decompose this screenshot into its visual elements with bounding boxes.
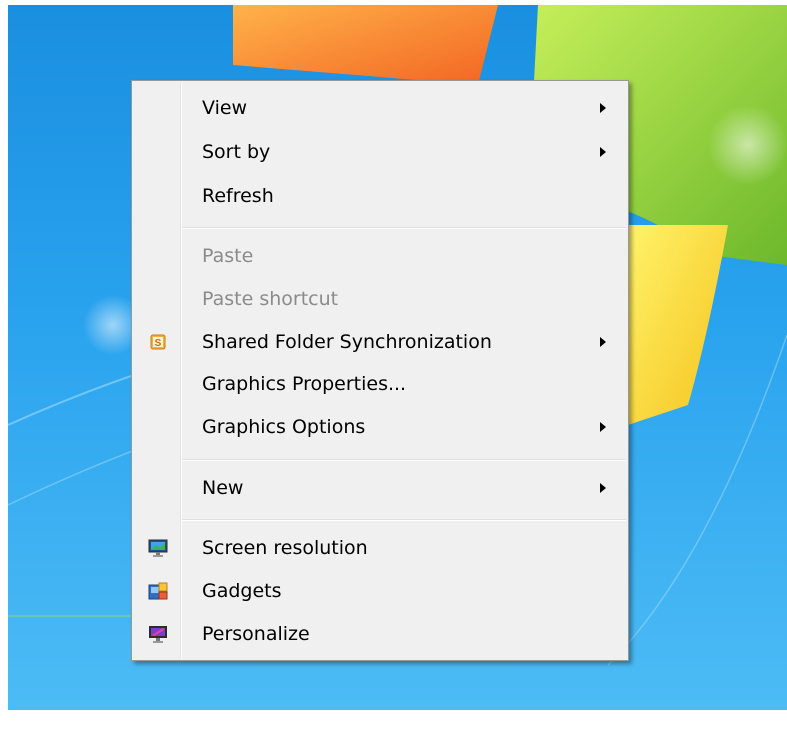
menu-item-label: Paste bbox=[202, 245, 254, 267]
submenu-arrow-icon bbox=[600, 103, 606, 113]
submenu-arrow-icon bbox=[600, 337, 606, 347]
menu-item-label: Graphics Options bbox=[202, 416, 366, 438]
menu-item-label: Shared Folder Synchronization bbox=[202, 331, 492, 353]
menu-item-label: Paste shortcut bbox=[202, 288, 339, 310]
menu-item-new[interactable]: New bbox=[134, 469, 626, 507]
menu-item-sort-by[interactable]: Sort by bbox=[134, 133, 626, 171]
screen-resolution-icon bbox=[148, 538, 168, 558]
menu-item-label: Screen resolution bbox=[202, 537, 368, 559]
menu-item-paste-shortcut[interactable]: Paste shortcut bbox=[134, 280, 626, 318]
menu-item-graphics-options[interactable]: Graphics Options bbox=[134, 408, 626, 446]
menu-item-label: Personalize bbox=[202, 623, 310, 645]
menu-item-shared-folder-synchronization[interactable]: S Shared Folder Synchronization bbox=[134, 323, 626, 361]
menu-separator bbox=[182, 519, 626, 521]
menu-item-screen-resolution[interactable]: Screen resolution bbox=[134, 529, 626, 567]
menu-item-graphics-properties[interactable]: Graphics Properties... bbox=[134, 365, 626, 403]
menu-item-label: Graphics Properties... bbox=[202, 373, 407, 395]
desktop-context-menu: View Sort by Refresh Paste Paste shortcu… bbox=[131, 80, 629, 661]
gadgets-icon bbox=[148, 581, 168, 601]
menu-item-label: New bbox=[202, 477, 244, 499]
submenu-arrow-icon bbox=[600, 147, 606, 157]
menu-item-refresh[interactable]: Refresh bbox=[134, 177, 626, 215]
menu-item-label: Refresh bbox=[202, 185, 274, 207]
menu-item-label: Gadgets bbox=[202, 580, 282, 602]
submenu-arrow-icon bbox=[600, 483, 606, 493]
menu-separator bbox=[182, 459, 626, 461]
menu-item-label: View bbox=[202, 97, 248, 119]
svg-text:S: S bbox=[155, 338, 162, 349]
menu-item-gadgets[interactable]: Gadgets bbox=[134, 572, 626, 610]
menu-item-view[interactable]: View bbox=[134, 89, 626, 127]
menu-item-personalize[interactable]: Personalize bbox=[134, 615, 626, 653]
shared-folder-sync-icon: S bbox=[148, 332, 168, 352]
personalize-icon bbox=[148, 624, 168, 644]
menu-separator bbox=[182, 227, 626, 229]
submenu-arrow-icon bbox=[600, 422, 606, 432]
menu-item-label: Sort by bbox=[202, 141, 271, 163]
menu-item-paste[interactable]: Paste bbox=[134, 237, 626, 275]
